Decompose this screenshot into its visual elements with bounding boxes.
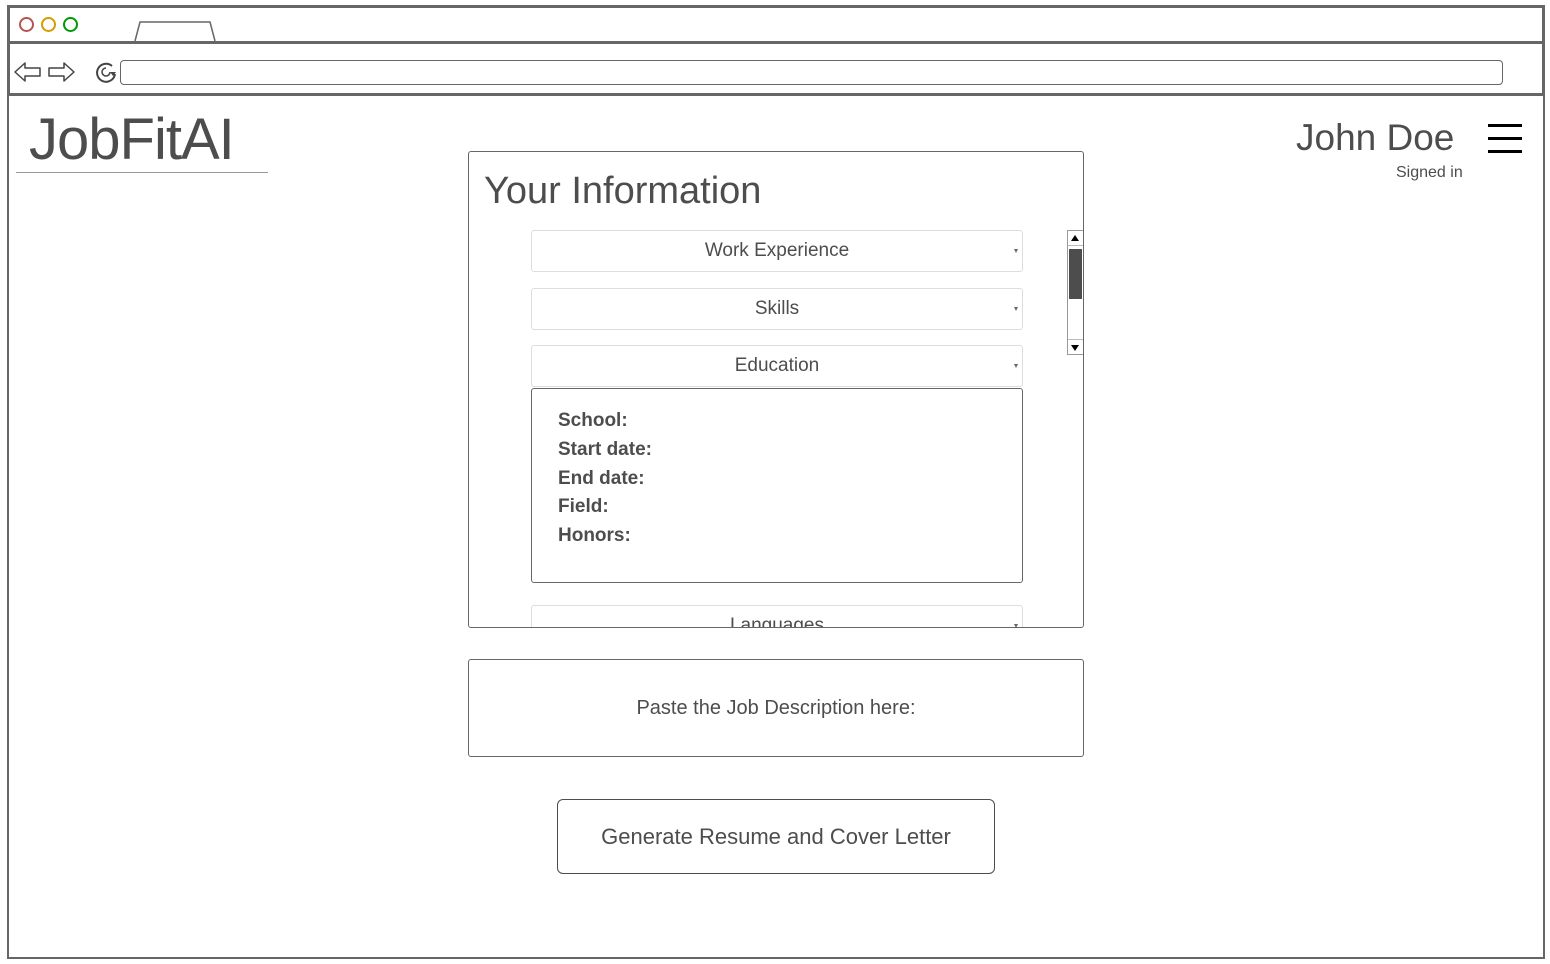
honors-label: Honors:: [558, 525, 631, 547]
end-date-label: End date:: [558, 467, 645, 489]
sign-in-status: Signed in: [1396, 164, 1463, 181]
browser-titlebar: [7, 5, 1545, 43]
education-details: School: Start date: End date: Field: Hon…: [531, 388, 1023, 583]
generate-resume-button[interactable]: Generate Resume and Cover Letter: [557, 799, 995, 874]
chevron-down-icon: [1014, 364, 1018, 368]
logo-divider: [16, 172, 268, 173]
chevron-down-icon: [1014, 249, 1018, 253]
school-label: School:: [558, 410, 628, 431]
hamburger-menu-icon[interactable]: [1488, 124, 1522, 154]
work-experience-label: Work Experience: [704, 240, 850, 261]
reload-icon[interactable]: [92, 58, 120, 86]
forward-arrow-icon[interactable]: [46, 58, 76, 86]
back-arrow-icon[interactable]: [13, 58, 43, 86]
chevron-down-icon: [1014, 624, 1018, 627]
languages-label: Languages: [729, 615, 825, 628]
user-name[interactable]: John Doe: [1296, 117, 1454, 159]
scroll-up-arrow-icon[interactable]: [1068, 231, 1083, 246]
panel-scrollbar[interactable]: [1067, 230, 1083, 355]
education-label: Education: [734, 355, 820, 376]
job-description-input[interactable]: Paste the Job Description here:: [468, 659, 1084, 757]
app-logo[interactable]: JobFitAI: [29, 106, 235, 173]
scroll-thumb[interactable]: [1069, 249, 1082, 299]
chevron-down-icon: [1014, 307, 1018, 311]
window-maximize-button[interactable]: [63, 17, 78, 32]
start-date-label: Start date:: [558, 438, 652, 460]
browser-tab[interactable]: [134, 21, 216, 42]
languages-dropdown[interactable]: Languages: [531, 605, 1023, 628]
job-description-placeholder: Paste the Job Description here:: [636, 696, 916, 719]
scroll-down-arrow-icon[interactable]: [1068, 339, 1083, 354]
address-bar[interactable]: [120, 60, 1503, 85]
skills-label: Skills: [754, 298, 800, 319]
work-experience-dropdown[interactable]: Work Experience: [531, 230, 1023, 272]
panel-title: Your Information: [484, 170, 762, 212]
your-information-panel: Your Information Work Experience Skills …: [468, 151, 1084, 628]
window-minimize-button[interactable]: [41, 17, 56, 32]
skills-dropdown[interactable]: Skills: [531, 288, 1023, 330]
window-close-button[interactable]: [19, 17, 34, 32]
education-dropdown[interactable]: Education: [531, 345, 1023, 387]
field-label: Field:: [558, 496, 609, 518]
